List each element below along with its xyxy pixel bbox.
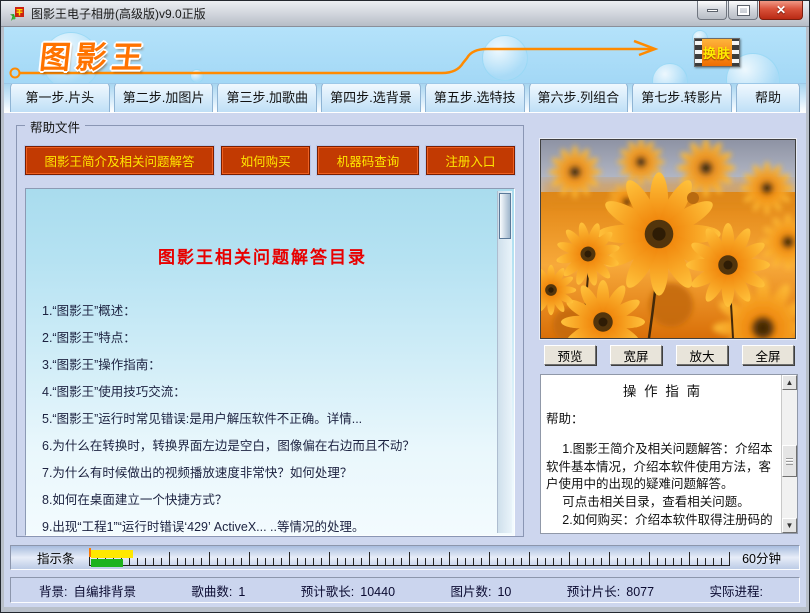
scroll-down-button[interactable]: ▼: [782, 518, 797, 533]
window-controls: ✕: [696, 1, 803, 20]
timeline-ruler: [89, 548, 731, 568]
status-item: 图片数:10: [450, 581, 511, 600]
minimize-button[interactable]: [697, 1, 727, 20]
faq-panel: 图影王相关问题解答目录 1.“图影王”概述：2.“图影王”特点：3.“图影王”操…: [25, 188, 515, 536]
close-icon: ✕: [776, 4, 786, 16]
film-strip-icon: [732, 39, 739, 66]
change-skin-label: 换肤: [702, 39, 732, 66]
guide-paragraphs: 1.图影王简介及相关问题解答：介绍本软件基本情况，介绍本软件使用方法，客户使用中…: [546, 441, 779, 530]
faq-list: 1.“图影王”概述：2.“图影王”特点：3.“图影王”操作指南：4.“图影王”使…: [42, 298, 497, 533]
window-title: 图影王电子相册(高级版)v9.0正版: [31, 5, 206, 22]
faq-item[interactable]: 4.“图影王”使用技巧交流：: [42, 379, 497, 406]
faq-item[interactable]: 3.“图影王”操作指南：: [42, 352, 497, 379]
preview-button-row: 预览宽屏放大全屏: [540, 345, 798, 365]
faq-scrollbar-thumb[interactable]: [499, 193, 511, 239]
progress-green-bar: [91, 559, 123, 567]
preview-button[interactable]: 放大: [676, 345, 728, 365]
tab[interactable]: 第二步.加图片: [114, 81, 214, 112]
status-item: 预计片长:8077: [567, 581, 654, 600]
status-bar: 背景:自编排背景 歌曲数:1 预计歌长:10440 图片数:10 预计片长:80…: [10, 577, 800, 603]
flower-photo: [540, 139, 796, 339]
change-skin-button[interactable]: 换肤: [694, 38, 740, 67]
tab[interactable]: 帮助: [736, 81, 800, 112]
faq-item[interactable]: 1.“图影王”概述：: [42, 298, 497, 325]
tab[interactable]: 第四步.选背景: [321, 81, 421, 112]
help-files-group-label: 帮助文件: [25, 117, 85, 136]
titlebar: 图影王电子相册(高级版)v9.0正版 ✕: [1, 1, 809, 27]
guide-scrollbar[interactable]: ▲ ▼: [781, 375, 797, 533]
minimize-icon: [707, 9, 718, 12]
film-strip-icon: [695, 39, 702, 66]
faq-item[interactable]: 7.为什么有时候做出的视频播放速度非常快？如何处理？: [42, 460, 497, 487]
tab[interactable]: 第五步.选特技: [425, 81, 525, 112]
tab[interactable]: 第七步.转影片: [632, 81, 732, 112]
help-topic-button[interactable]: 注册入口: [426, 146, 515, 175]
maximize-button[interactable]: [728, 1, 758, 20]
faq-content: 图影王相关问题解答目录 1.“图影王”概述：2.“图影王”特点：3.“图影王”操…: [28, 191, 497, 533]
help-topic-button[interactable]: 图影王简介及相关问题解答: [25, 146, 214, 175]
tab[interactable]: 第六步.列组合: [529, 81, 629, 112]
help-button-row: 图影王简介及相关问题解答如何购买机器码查询注册入口: [25, 146, 515, 175]
faq-item[interactable]: 8.如何在桌面建立一个快捷方式？: [42, 487, 497, 514]
app-window: 图影王电子相册(高级版)v9.0正版 ✕ 图影王 换肤: [0, 0, 810, 613]
indicator-label: 指示条: [37, 548, 75, 567]
guide-paragraph: 可点击相关目录，查看相关问题。: [546, 494, 779, 512]
tab-bar: 第一步.片头第二步.加图片第三步.加歌曲第四步.选背景第五步.选特技第六步.列组…: [4, 84, 806, 113]
duration-label: 60分钟: [742, 548, 781, 567]
tab[interactable]: 第一步.片头: [10, 81, 110, 112]
scroll-up-button[interactable]: ▲: [782, 375, 797, 390]
preview-column: 预览宽屏放大全屏 操 作 指 南 帮助： 1.图影王简介及相关问题解答：介绍本软…: [540, 117, 798, 537]
scroll-up-icon: ▲: [786, 378, 794, 387]
ruler-ticks: [89, 552, 731, 566]
help-topic-button[interactable]: 机器码查询: [317, 146, 419, 175]
preview-button[interactable]: 全屏: [742, 345, 794, 365]
preview-button[interactable]: 宽屏: [610, 345, 662, 365]
faq-title: 图影王相关问题解答目录: [28, 243, 497, 268]
close-button[interactable]: ✕: [759, 1, 803, 20]
client-area: 图影王 换肤 第一步.片头第二步.加图片第三步.加歌曲第四步.选背景第五步.选特…: [4, 27, 806, 607]
maximize-icon: [738, 6, 749, 15]
faq-item[interactable]: 6.为什么在转换时，转换界面左边是空白，图像偏在右边而且不动？: [42, 433, 497, 460]
faq-item[interactable]: 5.“图影王”运行时常见错误:是用户解压软件不正确。详情...: [42, 406, 497, 433]
guide-scrollbar-thumb[interactable]: [782, 445, 797, 477]
tab[interactable]: 第三步.加歌曲: [217, 81, 317, 112]
guide-paragraph: 1.图影王简介及相关问题解答：介绍本软件基本情况，介绍本软件使用方法，客户使用中…: [546, 441, 779, 494]
app-icon: [9, 6, 25, 22]
status-item: 实际进程:: [709, 581, 768, 600]
status-item: 背景:自编排背景: [39, 581, 136, 600]
preview-button[interactable]: 预览: [544, 345, 596, 365]
faq-item[interactable]: 2.“图影王”特点：: [42, 325, 497, 352]
help-topic-button[interactable]: 如何购买: [221, 146, 310, 175]
guide-paragraph: 2.如何购买：介绍本软件取得注册码的途径。并提供快速购买通道。: [546, 512, 779, 530]
operation-guide-text: 操 作 指 南 帮助： 1.图影王简介及相关问题解答：介绍本软件基本情况，介绍本…: [546, 378, 779, 530]
guide-help-label: 帮助：: [546, 411, 779, 429]
operation-guide-panel: 操 作 指 南 帮助： 1.图影王简介及相关问题解答：介绍本软件基本情况，介绍本…: [540, 374, 798, 534]
progress-yellow-bar: [91, 550, 133, 558]
faq-item[interactable]: 9.出现“工程1”“运行时错误‘429’ ActiveX... ..等情况的处理…: [42, 514, 497, 533]
status-item: 预计歌长:10440: [301, 581, 395, 600]
operation-guide-title: 操 作 指 南: [546, 382, 779, 401]
banner: 图影王 换肤: [4, 27, 806, 84]
status-item: 歌曲数:1: [191, 581, 245, 600]
indicator-bar: 指示条 60分钟: [10, 545, 800, 570]
app-logo: 图影王: [38, 32, 151, 77]
scroll-down-icon: ▼: [786, 521, 794, 530]
help-files-group: 帮助文件 图影王简介及相关问题解答如何购买机器码查询注册入口 图影王相关问题解答…: [16, 125, 524, 537]
main-area: 帮助文件 图影王简介及相关问题解答如何购买机器码查询注册入口 图影王相关问题解答…: [4, 113, 806, 537]
faq-scrollbar[interactable]: [497, 191, 512, 533]
